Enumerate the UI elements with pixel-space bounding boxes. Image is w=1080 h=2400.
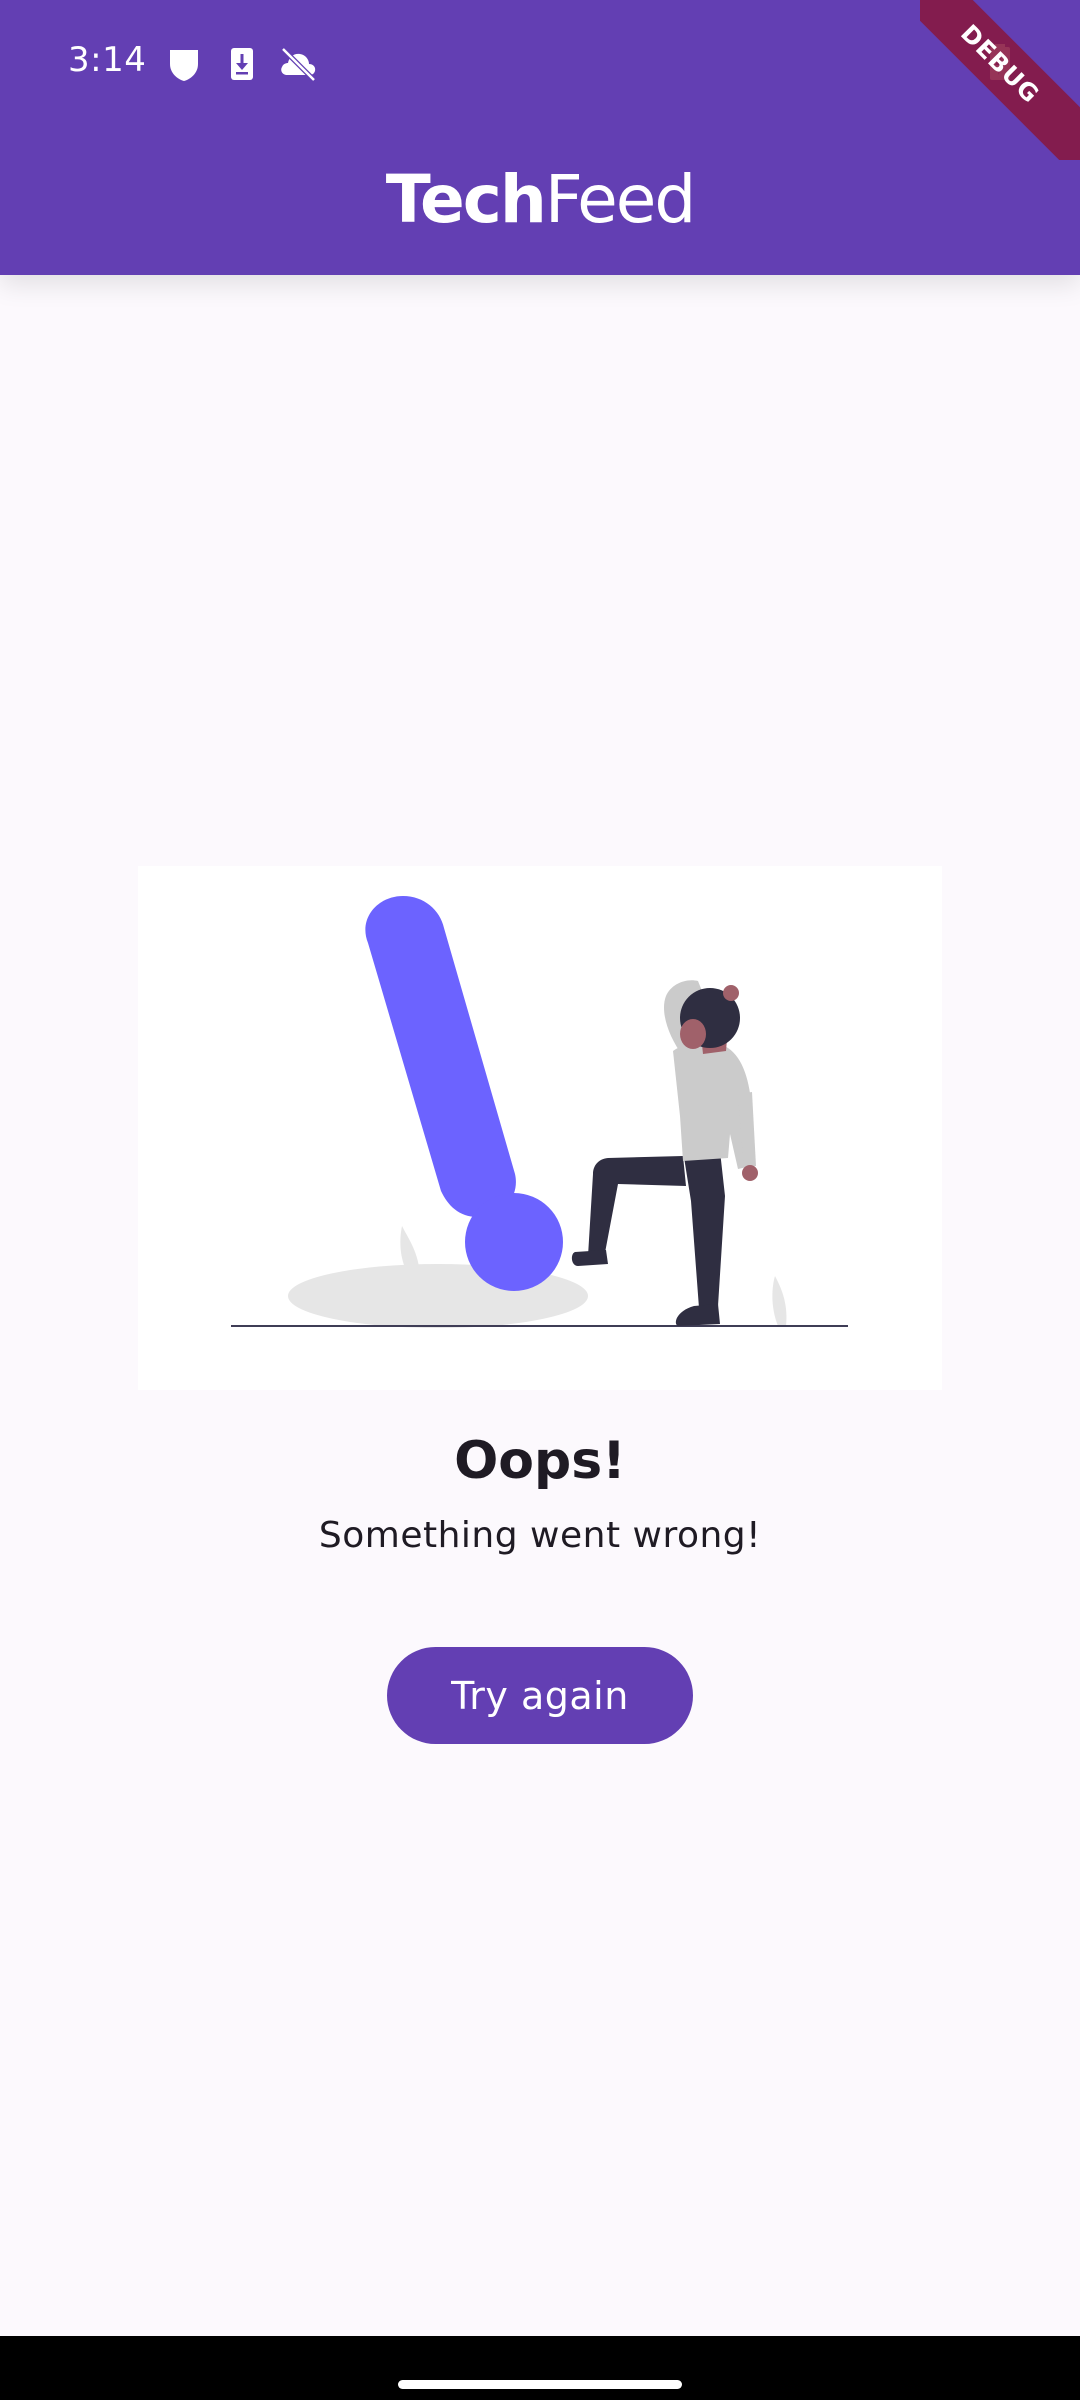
navigation-bar <box>0 2336 1080 2400</box>
exclamation-dot <box>465 1193 563 1291</box>
app-title: TechFeed <box>0 160 1080 240</box>
app-header: 3:14 TechFeed <box>0 0 1080 275</box>
error-illustration <box>138 866 942 1390</box>
download-icon <box>231 48 253 80</box>
person-figure <box>571 980 758 1326</box>
person-with-exclamation-mark-illustration <box>231 896 848 1328</box>
debug-banner: DEBUG <box>920 0 1080 160</box>
status-bar: 3:14 <box>0 0 1080 130</box>
grass-tuft-right <box>772 1276 787 1326</box>
app-title-light: Feed <box>544 161 696 238</box>
app-title-bold: Tech <box>385 161 547 238</box>
error-message: Something went wrong! <box>318 1515 762 1556</box>
try-again-button[interactable]: Try again <box>387 1647 693 1744</box>
cloud-off-icon <box>281 47 316 82</box>
status-time: 3:14 <box>68 40 147 80</box>
home-indicator[interactable] <box>398 2380 682 2389</box>
error-title: Oops! <box>454 1431 626 1491</box>
exclamation-bar <box>365 896 516 1218</box>
debug-banner-label: DEBUG <box>920 0 1080 160</box>
shield-icon <box>170 50 198 81</box>
